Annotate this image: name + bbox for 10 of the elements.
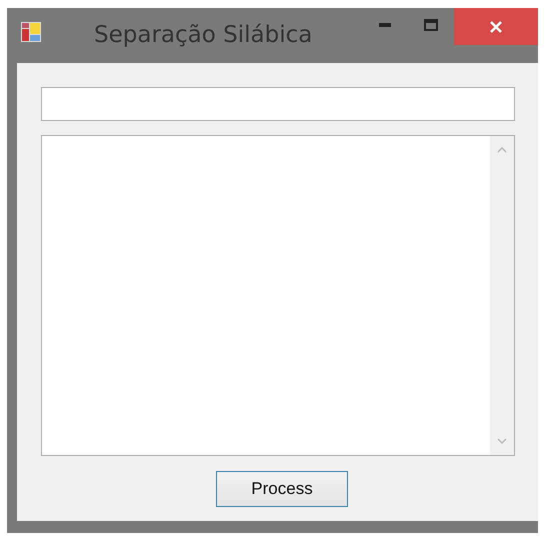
close-button[interactable]	[454, 8, 538, 45]
text-area[interactable]	[41, 135, 515, 456]
close-icon	[489, 20, 503, 34]
maximize-icon	[424, 19, 438, 31]
window-title: Separação Silábica	[94, 21, 314, 49]
minimize-icon	[379, 23, 391, 27]
app-icon	[21, 22, 41, 42]
process-button[interactable]: Process	[216, 471, 348, 507]
input-field[interactable]	[41, 87, 515, 121]
scrollbar[interactable]	[490, 136, 514, 455]
